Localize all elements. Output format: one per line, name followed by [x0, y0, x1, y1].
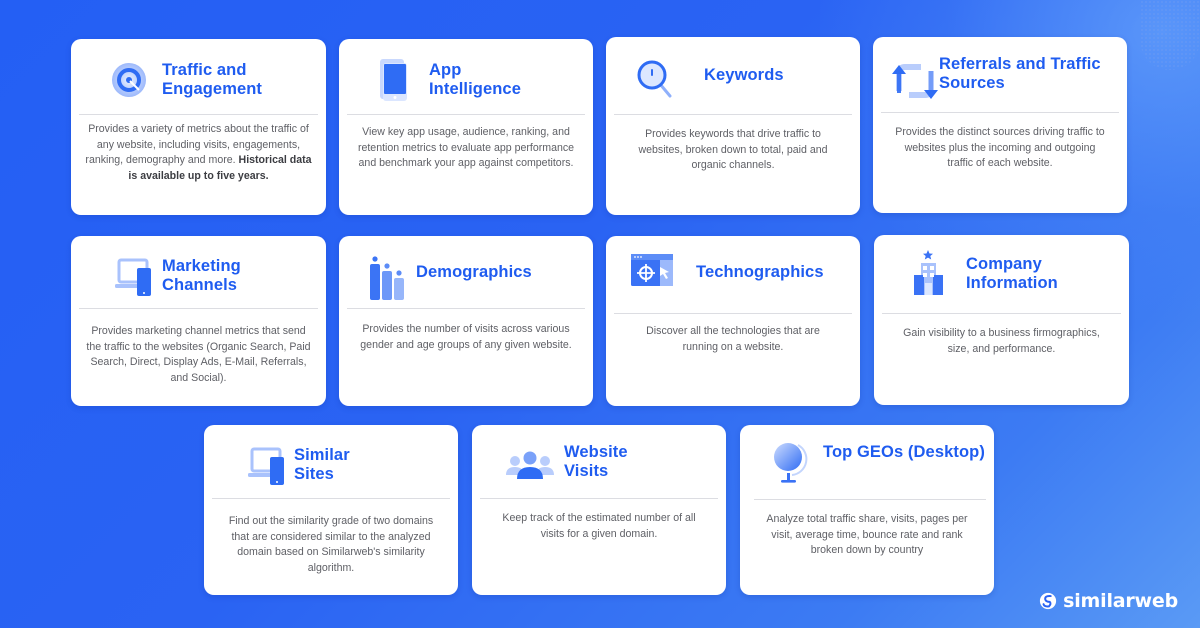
divider [347, 114, 585, 115]
card-referrals[interactable]: Referrals and Traffic Sources Provides t… [873, 37, 1127, 213]
divider [614, 114, 852, 115]
card-keywords[interactable]: Keywords Provides keywords that drive tr… [606, 37, 860, 215]
card-technographics[interactable]: Technographics Discover all the technolo… [606, 236, 860, 406]
card-title: Top GEOs (Desktop) [823, 443, 985, 461]
divider [347, 308, 585, 309]
card-description: Find out the similarity grade of two dom… [228, 515, 434, 574]
divider [212, 498, 450, 499]
card-description: Discover all the technologies that are r… [646, 325, 820, 353]
card-description: Provides marketing channel metrics that … [86, 325, 311, 384]
card-title: Website Visits [564, 443, 628, 480]
similarweb-logo: similarweb [1039, 590, 1178, 612]
card-description: Provides a variety of metrics about the … [85, 123, 312, 182]
card-description: Keep track of the estimated number of al… [502, 512, 696, 540]
card-description: Provides keywords that drive traffic to … [638, 128, 828, 172]
card-description: Gain visibility to a business firmograph… [903, 327, 1100, 355]
smartphone-icon [375, 55, 423, 103]
devices-icon [115, 256, 163, 304]
target-icon [107, 56, 155, 104]
card-title: App Intelligence [429, 61, 521, 98]
globe-icon [768, 439, 816, 487]
card-title: Traffic and Engagement [162, 61, 263, 98]
card-description: Analyze total traffic share, visits, pag… [766, 513, 968, 557]
brand-name: similarweb [1063, 590, 1178, 612]
card-title: Referrals and Traffic Sources [939, 55, 1101, 92]
devices-icon [248, 445, 296, 493]
divider [881, 112, 1119, 113]
divider [614, 313, 852, 314]
similarweb-logo-icon [1040, 592, 1057, 610]
divider [79, 114, 318, 115]
card-demographics[interactable]: Demographics Provides the number of visi… [339, 236, 593, 406]
background-dots [1140, 0, 1200, 70]
magnifier-icon [634, 56, 682, 104]
card-website-visits[interactable]: Website Visits Keep track of the estimat… [472, 425, 726, 595]
card-similar-sites[interactable]: Similar Sites Find out the similarity gr… [204, 425, 458, 595]
card-title: Keywords [704, 66, 784, 84]
users-group-icon [506, 439, 554, 487]
building-icon [908, 249, 956, 297]
divider [754, 499, 986, 500]
card-traffic-engagement[interactable]: Traffic and Engagement Provides a variet… [71, 39, 326, 215]
card-app-intelligence[interactable]: App Intelligence View key app usage, aud… [339, 39, 593, 215]
browser-crosshair-icon [630, 250, 678, 298]
card-title: Technographics [696, 263, 824, 281]
people-bars-icon [369, 254, 417, 302]
refresh-arrows-icon [891, 57, 939, 105]
card-title: Marketing Channels [162, 257, 241, 294]
card-marketing-channels[interactable]: Marketing Channels Provides marketing ch… [71, 236, 326, 406]
card-title: Company Information [966, 255, 1058, 292]
card-company-information[interactable]: Company Information Gain visibility to a… [874, 235, 1129, 405]
divider [79, 308, 318, 309]
card-description: View key app usage, audience, ranking, a… [357, 126, 575, 170]
card-description: Provides the number of visits across var… [360, 323, 572, 351]
card-description: Provides the distinct sources driving tr… [895, 126, 1105, 170]
card-title: Similar Sites [294, 446, 350, 483]
card-title: Demographics [416, 263, 532, 281]
divider [480, 498, 718, 499]
card-top-geos[interactable]: Top GEOs (Desktop) Analyze total traffic… [740, 425, 994, 595]
divider [882, 313, 1121, 314]
